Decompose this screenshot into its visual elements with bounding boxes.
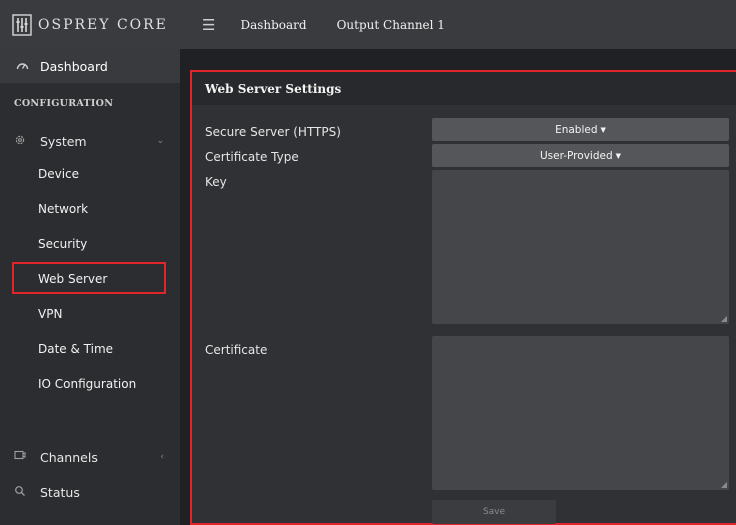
certificate-type-label: Certificate Type xyxy=(205,150,299,164)
brand-name: OSPREY CORE xyxy=(38,16,168,33)
sidebar-item-system[interactable]: System ⌄ xyxy=(0,126,180,156)
certificate-textarea[interactable]: ◢ xyxy=(432,336,729,490)
sidebar-item-io-configuration[interactable]: IO Configuration xyxy=(38,377,136,391)
secure-server-dropdown[interactable]: Enabled ▼ xyxy=(432,118,729,141)
chevron-down-icon: ⌄ xyxy=(156,136,164,146)
sidebar-item-web-server[interactable]: Web Server xyxy=(38,272,107,286)
sidebar: OSPREY CORE Dashboard CONFIGURATION Syst… xyxy=(0,0,180,525)
osprey-logo-icon xyxy=(12,13,32,36)
sidebar-item-status[interactable]: Status xyxy=(0,477,180,507)
certificate-label: Certificate xyxy=(205,343,268,357)
save-button[interactable]: Save xyxy=(432,500,556,524)
gear-icon xyxy=(14,134,28,149)
resize-handle-icon[interactable]: ◢ xyxy=(721,480,727,489)
gauge-icon xyxy=(16,60,30,73)
sidebar-item-label: Channels xyxy=(40,449,98,465)
breadcrumb-dashboard[interactable]: Dashboard xyxy=(240,18,306,32)
sidebar-item-label: System xyxy=(40,133,87,149)
sidebar-item-label: Dashboard xyxy=(40,58,108,74)
sidebar-item-date-time[interactable]: Date & Time xyxy=(38,342,113,356)
web-server-settings-panel: Web Server Settings Secure Server (HTTPS… xyxy=(190,70,736,525)
chevron-left-icon: ‹ xyxy=(160,452,164,462)
monitor-icon xyxy=(14,450,28,464)
sidebar-item-channels[interactable]: Channels ‹ xyxy=(0,442,180,472)
secure-server-value: Enabled xyxy=(555,123,598,136)
certificate-type-dropdown[interactable]: User-Provided ▼ xyxy=(432,144,729,167)
certificate-type-value: User-Provided xyxy=(539,149,613,162)
secure-server-label: Secure Server (HTTPS) xyxy=(205,125,341,139)
caret-down-icon: ▼ xyxy=(615,151,622,160)
section-title: CONFIGURATION xyxy=(14,98,114,109)
key-textarea[interactable]: ◢ xyxy=(432,170,729,324)
sidebar-item-network[interactable]: Network xyxy=(38,202,88,216)
top-bar: ☰ Dashboard Output Channel 1 xyxy=(180,0,736,49)
sidebar-item-device[interactable]: Device xyxy=(38,167,79,181)
hamburger-icon[interactable]: ☰ xyxy=(202,16,215,34)
sidebar-item-dashboard[interactable]: Dashboard xyxy=(0,49,180,83)
logo[interactable]: OSPREY CORE xyxy=(0,0,180,49)
resize-handle-icon[interactable]: ◢ xyxy=(721,314,727,323)
search-icon xyxy=(14,485,28,500)
key-label: Key xyxy=(205,175,227,189)
sidebar-item-vpn[interactable]: VPN xyxy=(38,307,62,321)
breadcrumb-output-channel[interactable]: Output Channel 1 xyxy=(337,18,445,32)
panel-title: Web Server Settings xyxy=(192,72,736,105)
sidebar-item-label: Status xyxy=(40,484,80,500)
caret-down-icon: ▼ xyxy=(600,125,606,134)
sidebar-item-security[interactable]: Security xyxy=(38,237,87,251)
